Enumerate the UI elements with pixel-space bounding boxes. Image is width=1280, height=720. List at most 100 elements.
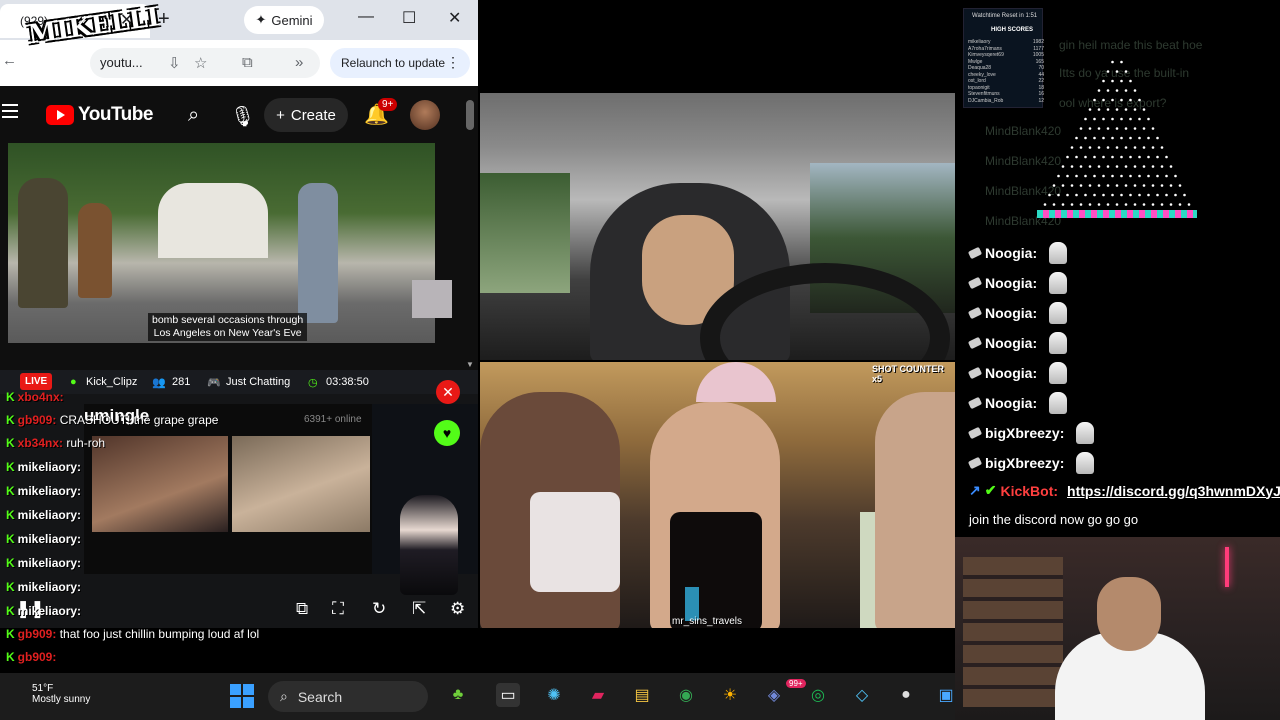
extensions-icon[interactable]: ⧉ — [242, 54, 253, 71]
app-icon[interactable]: ▣ — [934, 683, 958, 707]
file-explorer-icon[interactable]: ▤ — [630, 683, 654, 707]
chat-username[interactable]: bigXbreezy: — [985, 425, 1064, 441]
obs-icon[interactable]: ● — [894, 683, 918, 707]
leaderboard-row: DJCambia_Rob 12 — [968, 98, 1044, 104]
plinko-peg — [1124, 89, 1128, 92]
weather-widget[interactable]: 51°F Mostly sunny — [32, 683, 90, 705]
plinko-peg — [1174, 174, 1177, 178]
plinko-peg — [1061, 203, 1065, 206]
more-menu-icon[interactable]: ⋮ — [446, 54, 460, 71]
chat-username[interactable]: mikeliaory: — [18, 508, 81, 522]
plinko-peg — [1120, 155, 1123, 159]
taskbar-search[interactable]: ⌕ Search — [268, 681, 428, 712]
account-avatar[interactable] — [410, 100, 440, 130]
emote-icon — [1076, 422, 1095, 444]
category-name[interactable]: Just Chatting — [226, 376, 290, 388]
chat-username[interactable]: mikeliaory: — [18, 484, 81, 498]
discord-link[interactable]: https://discord.gg/q3hwnmDXyJ — [1067, 483, 1280, 499]
bookmark-star-icon[interactable]: ☆ — [194, 54, 207, 72]
plinko-peg — [1178, 184, 1182, 187]
chat-username[interactable]: Noogia: — [985, 245, 1037, 261]
chat-username[interactable]: mikeliaory: — [18, 556, 81, 570]
kickbot-username[interactable]: KickBot: — [1000, 483, 1058, 499]
terminal-icon[interactable]: ▭ — [496, 683, 520, 707]
search-icon[interactable]: ⌕ — [188, 104, 199, 127]
background-shelf — [963, 557, 1063, 707]
chat-username[interactable]: xb34nx: — [18, 436, 63, 450]
chat-username[interactable]: Noogia: — [985, 395, 1037, 411]
emote-icon — [1049, 242, 1068, 264]
follow-heart-icon[interactable]: ♥ — [434, 420, 460, 446]
youtube-logo[interactable]: YouTube — [46, 104, 153, 126]
powerpoint-icon[interactable]: ▰ — [586, 683, 610, 707]
create-button[interactable]: + Create — [264, 98, 348, 132]
gemini-label: Gemini — [271, 12, 313, 28]
chat-username[interactable]: xbo4nx: — [18, 390, 64, 404]
chat-username[interactable]: mikeliaory: — [18, 460, 81, 474]
chat-username[interactable]: Noogia: — [985, 275, 1037, 291]
vscode-icon[interactable]: ◇ — [850, 683, 874, 707]
scroll-down-arrow-icon[interactable]: ▼ — [466, 360, 474, 369]
plinko-peg — [1061, 184, 1065, 187]
chat-username[interactable]: gb909: — [18, 413, 57, 427]
microphone-icon[interactable]: 🎙 — [230, 104, 255, 129]
shot-counter: SHOT COUNTER x5 — [872, 364, 944, 384]
minimize-icon[interactable]: — — [358, 8, 374, 26]
plinko-peg — [1088, 108, 1092, 111]
chat-username[interactable]: Noogia: — [985, 365, 1037, 381]
plinko-peg — [1048, 193, 1051, 197]
close-window-icon[interactable]: ✕ — [448, 8, 461, 28]
discord-icon[interactable]: ◈ — [762, 683, 786, 707]
plinko-peg — [1169, 203, 1173, 206]
copilot-icon[interactable]: ✺ — [542, 683, 566, 707]
emote-icon — [1049, 332, 1068, 354]
plinko-peg — [1075, 193, 1078, 197]
fullscreen-icon[interactable]: ⛶ — [332, 599, 344, 619]
plinko-buckets — [1037, 210, 1197, 218]
channel-name[interactable]: Kick_Clipz — [86, 376, 137, 388]
scrollbar-thumb[interactable] — [466, 100, 474, 130]
chat-username[interactable]: mikeliaory: — [18, 604, 81, 618]
plinko-peg — [1079, 184, 1083, 187]
relaunch-button[interactable]: Relaunch to update ⋮ — [330, 48, 470, 78]
plinko-peg — [1106, 203, 1110, 206]
maximize-icon[interactable]: ☐ — [402, 8, 416, 28]
chat-username[interactable]: gb909: — [18, 650, 57, 664]
install-icon[interactable]: ⇩ — [168, 54, 181, 72]
plinko-peg — [1075, 136, 1078, 140]
back-icon[interactable]: ← — [2, 52, 17, 69]
plinko-peg — [1093, 136, 1096, 140]
hamburger-menu-icon[interactable] — [2, 104, 18, 118]
plinko-board — [1043, 60, 1191, 206]
desktop: (929) ✕ + ✦ Gemini — ☐ ✕ ← youtu... ⇩ ☆ … — [0, 0, 1280, 720]
plinko-peg — [1106, 89, 1110, 92]
chat-message-text: CRASHOUT! the grape grape — [59, 413, 219, 427]
chrome-icon[interactable]: ◉ — [674, 683, 698, 707]
gemini-button[interactable]: ✦ Gemini — [244, 6, 324, 34]
windows-start-icon[interactable] — [230, 684, 254, 708]
spotify-icon[interactable]: ◎ — [806, 683, 830, 707]
chat-message-text: ruh-roh — [66, 436, 106, 450]
plinko-peg — [1079, 203, 1083, 206]
chat-username[interactable]: mikeliaory: — [18, 532, 81, 546]
youtube-video-player[interactable]: bomb several occasions through Los Angel… — [8, 143, 435, 343]
plinko-peg — [1124, 108, 1128, 111]
app-icon[interactable]: ♣ — [446, 683, 470, 707]
refresh-icon[interactable]: ↻ — [372, 599, 386, 619]
sun-app-icon[interactable]: ☀ — [718, 683, 742, 707]
chat-username[interactable]: Noogia: — [985, 335, 1037, 351]
chat-username[interactable]: mikeliaory: — [18, 580, 81, 594]
plinko-peg — [1088, 127, 1092, 130]
overflow-chevron-icon[interactable]: » — [295, 54, 303, 71]
url-field[interactable]: youtu... ⇩ ☆ ⧉ » — [90, 48, 320, 78]
close-icon[interactable]: ✕ — [436, 380, 460, 404]
chat-username[interactable]: Noogia: — [985, 305, 1037, 321]
chat-message: Noogia: — [967, 362, 1068, 384]
miniplayer-icon[interactable]: ⧉ — [296, 599, 308, 619]
plinko-peg — [1160, 203, 1164, 206]
chat-username[interactable]: gb909: — [18, 627, 57, 641]
weather-temp: 51°F — [32, 683, 54, 694]
settings-gear-icon[interactable]: ⚙ — [450, 599, 465, 619]
popout-icon[interactable]: ⇱ — [412, 599, 426, 619]
chat-username[interactable]: bigXbreezy: — [985, 455, 1064, 471]
